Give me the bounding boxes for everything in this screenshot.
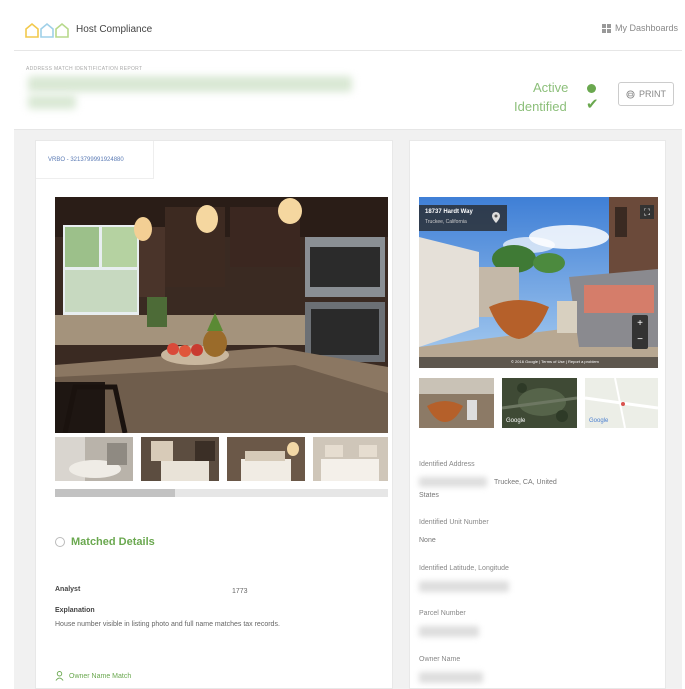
circle-icon (55, 537, 65, 547)
redacted-parcel-number (419, 626, 479, 637)
identified-unit-value: None (419, 537, 436, 544)
map-footer: © 2016 Google | Terms of Use | Report a … (511, 359, 599, 364)
patio-thumbnail (419, 378, 494, 428)
analyst-value: 1773 (232, 588, 248, 595)
identified-address-value: Truckee, CA, United (494, 479, 557, 486)
zoom-out-button[interactable]: − (632, 332, 648, 349)
owner-name-label: Owner Name (419, 656, 461, 663)
bedroom-photo-1 (141, 437, 219, 481)
explanation-label: Explanation (55, 607, 95, 614)
host-compliance-logo-icon (25, 22, 69, 38)
road-map-thumbnail[interactable]: Google (585, 378, 658, 428)
owner-name-match[interactable]: Owner Name Match (55, 671, 131, 681)
active-dot-icon (587, 84, 596, 93)
bedroom-photo-3 (313, 437, 388, 481)
redacted-owner-name (419, 672, 483, 683)
street-view-address-subtitle: Truckee, California (425, 219, 467, 225)
google-label: Google (506, 418, 526, 424)
grid-icon (601, 23, 611, 33)
street-view-address-title: 18737 Hardt Way (425, 209, 473, 215)
thumbnail-1[interactable] (55, 437, 133, 481)
status-active: Active (533, 80, 569, 95)
my-dashboards-label: My Dashboards (614, 23, 678, 33)
identified-latlng-label: Identified Latitude, Longitude (419, 565, 509, 572)
address-card: 18737 Hardt Way Truckee, California (419, 205, 507, 231)
thumbnail-scrollbar[interactable] (55, 489, 388, 497)
identified-address-value-2: States (419, 492, 439, 499)
redacted-latlng (419, 581, 509, 592)
thumbnail-2[interactable] (141, 437, 219, 481)
thumbnail-4[interactable] (313, 437, 388, 481)
identified-unit-label: Identified Unit Number (419, 519, 489, 526)
zoom-in-button[interactable]: + (632, 315, 648, 332)
thumbnail-3[interactable] (227, 437, 305, 481)
person-icon (55, 671, 64, 681)
bathroom-photo (55, 437, 133, 481)
report-header: ADDRESS MATCH IDENTIFICATION REPORT (14, 51, 682, 130)
redacted-address-line-2 (28, 95, 76, 109)
kitchen-photo (55, 197, 388, 433)
street-thumbnail[interactable] (419, 378, 494, 428)
redacted-address-line-1 (28, 76, 352, 92)
zoom-control: + − (632, 315, 648, 349)
street-view[interactable]: 18737 Hardt Way Truckee, California ⛶ + … (419, 197, 658, 368)
analyst-label: Analyst (55, 586, 81, 593)
google-label-2: Google (589, 418, 609, 424)
status-identified: Identified (514, 99, 567, 114)
location-pin-icon (492, 212, 500, 223)
owner-name-match-label: Owner Name Match (69, 672, 132, 680)
my-dashboards-link[interactable]: My Dashboards (601, 23, 678, 33)
location-panel: 18737 Hardt Way Truckee, California ⛶ + … (409, 140, 666, 689)
check-icon: ✔ (586, 96, 599, 113)
print-label: PRINT (639, 89, 666, 99)
matched-details-heading: Matched Details (55, 536, 155, 548)
top-bar: Host Compliance My Dashboards (14, 10, 682, 51)
satellite-map-thumbnail[interactable]: Google (502, 378, 577, 428)
matched-details-title: Matched Details (71, 536, 155, 548)
listing-panel: VRBO - 3213799991924880 Matched Details … (35, 140, 393, 689)
bedroom-photo-2 (227, 437, 305, 481)
print-icon (626, 89, 635, 99)
scrollbar-thumb[interactable] (55, 489, 175, 497)
redacted-address (419, 477, 487, 487)
main-listing-photo[interactable] (55, 197, 388, 433)
identified-address-label: Identified Address (419, 461, 475, 468)
parcel-number-label: Parcel Number (419, 610, 466, 617)
app-frame: Host Compliance My Dashboards ADDRESS MA… (14, 10, 682, 689)
tab-listing[interactable]: VRBO - 3213799991924880 (36, 141, 154, 179)
breadcrumb: ADDRESS MATCH IDENTIFICATION REPORT (26, 66, 143, 72)
print-button[interactable]: PRINT (618, 82, 674, 106)
fullscreen-icon[interactable]: ⛶ (640, 205, 654, 219)
app-title: Host Compliance (76, 24, 153, 35)
explanation-text: House number visible in listing photo an… (55, 621, 280, 628)
